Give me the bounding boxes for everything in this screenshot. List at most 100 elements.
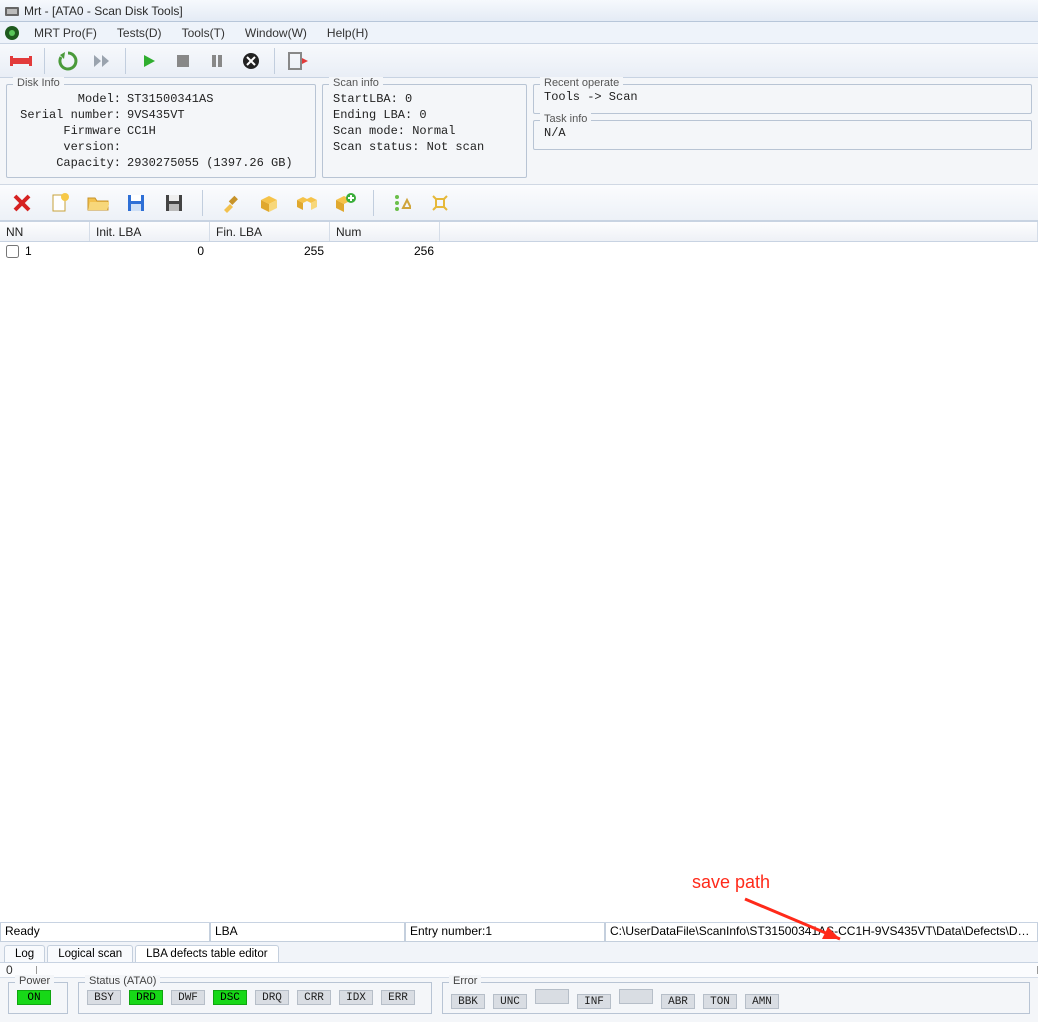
task-info-panel: Task info N/A	[533, 120, 1032, 150]
recent-operate-value: Tools -> Scan	[544, 89, 1021, 105]
power-legend: Power	[15, 975, 54, 987]
tab-logical-scan[interactable]: Logical scan	[47, 945, 133, 962]
row-nn[interactable]: 1	[0, 244, 90, 258]
status-ready: Ready	[0, 923, 210, 942]
row-init-value: 0	[90, 244, 210, 258]
menu-mrt-pro[interactable]: MRT Pro(F)	[24, 24, 107, 42]
status-flag-err: ERR	[381, 990, 415, 1005]
disk-cap-value: 2930275055 (1397.26 GB)	[127, 155, 293, 171]
col-nn[interactable]: NN	[0, 222, 90, 241]
separator	[373, 190, 374, 216]
table-body[interactable]: 1 0 255 256	[0, 242, 1038, 922]
separator	[274, 48, 275, 74]
separator	[125, 48, 126, 74]
col-spacer	[440, 222, 1038, 241]
disk-info-legend: Disk Info	[13, 77, 64, 89]
save-icon[interactable]	[122, 189, 150, 217]
scan-start-lba: StartLBA: 0	[333, 91, 516, 107]
table-header: NN Init. LBA Fin. LBA Num	[0, 222, 1038, 242]
disk-cap-label: Capacity:	[17, 155, 127, 171]
box-icon[interactable]	[255, 189, 283, 217]
disk-fw-value: CC1H	[127, 123, 156, 155]
bottom-status-bars: Power ON Status (ATA0) BSYDRDDWFDSCDRQCR…	[0, 978, 1038, 1022]
scan-end-lba: Ending LBA: 0	[333, 107, 516, 123]
status-flag-dsc: DSC	[213, 990, 247, 1005]
defects-table: NN Init. LBA Fin. LBA Num 1 0 255 256	[0, 221, 1038, 922]
menubar: MRT Pro(F) Tests(D) Tools(T) Window(W) H…	[0, 22, 1038, 44]
disk-info-panel: Disk Info Model:ST31500341AS Serial numb…	[6, 84, 316, 178]
titlebar: Mrt - [ATA0 - Scan Disk Tools]	[0, 0, 1038, 22]
table-row[interactable]: 1 0 255 256	[0, 242, 1038, 260]
info-panels: Disk Info Model:ST31500341AS Serial numb…	[0, 78, 1038, 185]
status-flag-bsy: BSY	[87, 990, 121, 1005]
box-add-icon[interactable]	[331, 189, 359, 217]
menu-app-icon	[4, 25, 20, 41]
error-flag-unc: UNC	[493, 994, 527, 1009]
separator	[202, 190, 203, 216]
error-legend: Error	[449, 975, 481, 987]
tool-hdd-icon[interactable]	[6, 47, 36, 75]
status-flag-idx: IDX	[339, 990, 373, 1005]
defects-toolbar	[0, 185, 1038, 221]
separator	[44, 48, 45, 74]
power-fieldset: Power ON	[8, 982, 68, 1014]
open-folder-icon[interactable]	[84, 189, 112, 217]
brush-icon[interactable]	[217, 189, 245, 217]
disk-serial-label: Serial number:	[17, 107, 127, 123]
disk-serial-value: 9VS435VT	[127, 107, 185, 123]
ruler-bar	[36, 966, 1038, 974]
error-fieldset: Error BBKUNCINFABRTONAMN	[442, 982, 1030, 1014]
recent-operate-legend: Recent operate	[540, 77, 623, 89]
error-flag-ton: TON	[703, 994, 737, 1009]
tool-refresh-icon[interactable]	[53, 47, 83, 75]
row-checkbox[interactable]	[6, 245, 19, 258]
error-flag-blank	[619, 989, 653, 1004]
status-fieldset: Status (ATA0) BSYDRDDWFDSCDRQCRRIDXERR	[78, 982, 432, 1014]
error-flag-bbk: BBK	[451, 994, 485, 1009]
col-num[interactable]: Num	[330, 222, 440, 241]
task-info-value: N/A	[544, 125, 1021, 141]
main-toolbar	[0, 44, 1038, 78]
status-lba: LBA	[210, 923, 405, 942]
new-file-icon[interactable]	[46, 189, 74, 217]
status-entry: Entry number:1	[405, 923, 605, 942]
tool-exit-icon[interactable]	[283, 47, 313, 75]
collapse-up-icon[interactable]	[388, 189, 416, 217]
menu-help[interactable]: Help(H)	[317, 24, 378, 42]
menu-tools[interactable]: Tools(T)	[172, 24, 235, 42]
expand-icon[interactable]	[426, 189, 454, 217]
col-init-lba[interactable]: Init. LBA	[90, 222, 210, 241]
tool-cancel-icon[interactable]	[236, 47, 266, 75]
tool-skip-icon[interactable]	[87, 47, 117, 75]
status-flag-drd: DRD	[129, 990, 163, 1005]
status-flag-dwf: DWF	[171, 990, 205, 1005]
menu-tests[interactable]: Tests(D)	[107, 24, 172, 42]
tool-play-icon[interactable]	[134, 47, 164, 75]
app-icon	[4, 3, 20, 19]
disk-model-value: ST31500341AS	[127, 91, 213, 107]
tab-log[interactable]: Log	[4, 945, 45, 962]
power-flag-on: ON	[17, 990, 51, 1005]
error-flag-abr: ABR	[661, 994, 695, 1009]
bottom-tabs: Log Logical scan LBA defects table edito…	[0, 942, 1038, 963]
disk-model-label: Model:	[17, 91, 127, 107]
delete-icon[interactable]	[8, 189, 36, 217]
window-title: Mrt - [ATA0 - Scan Disk Tools]	[24, 4, 183, 18]
scan-mode: Scan mode: Normal	[333, 123, 516, 139]
row-fin-value: 255	[210, 244, 330, 258]
col-fin-lba[interactable]: Fin. LBA	[210, 222, 330, 241]
error-flag-inf: INF	[577, 994, 611, 1009]
boxes-icon[interactable]	[293, 189, 321, 217]
menu-window[interactable]: Window(W)	[235, 24, 317, 42]
status-flag-drq: DRQ	[255, 990, 289, 1005]
tool-stop-icon[interactable]	[168, 47, 198, 75]
status-row: Ready LBA Entry number:1 C:\UserDataFile…	[0, 922, 1038, 942]
disk-fw-label: Firmware version:	[17, 123, 127, 155]
save-alt-icon[interactable]	[160, 189, 188, 217]
tool-pause-icon[interactable]	[202, 47, 232, 75]
row-num-value: 256	[330, 244, 440, 258]
tab-lba-defects-editor[interactable]: LBA defects table editor	[135, 945, 278, 962]
row-nn-value: 1	[25, 244, 32, 258]
task-info-legend: Task info	[540, 113, 591, 125]
scan-info-panel: Scan info StartLBA: 0 Ending LBA: 0 Scan…	[322, 84, 527, 178]
